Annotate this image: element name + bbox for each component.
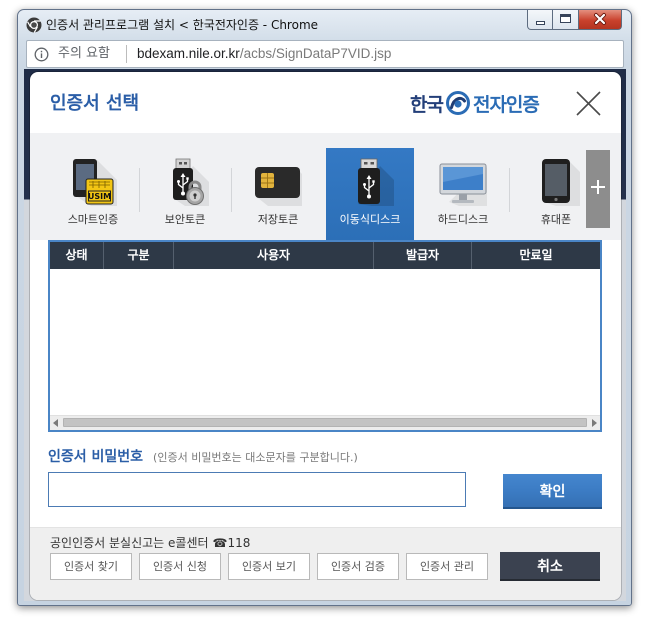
view-certificate-button[interactable]: 인증서 보기	[228, 553, 310, 580]
column-header-user[interactable]: 사용자	[174, 242, 374, 269]
logo-emblem-icon	[445, 89, 471, 117]
apply-certificate-button[interactable]: 인증서 신청	[139, 553, 221, 580]
find-certificate-button[interactable]: 인증서 찾기	[50, 553, 132, 580]
minimize-icon	[536, 21, 545, 25]
usim-card-text: USIM	[88, 192, 111, 201]
url-host: bdexam.nile.or.kr	[137, 46, 240, 61]
url-path: /acbs/SignDataP7VID.jsp	[239, 46, 392, 61]
media-tab-label: 스마트인증	[67, 213, 119, 226]
phone-icon	[209, 536, 228, 550]
media-tab-removable-disk[interactable]: 이동식디스크	[326, 148, 414, 240]
media-separator	[509, 168, 510, 212]
media-tab-hard-disk[interactable]: 하드디스크	[419, 148, 507, 240]
close-icon[interactable]	[575, 90, 602, 117]
column-header-type[interactable]: 구분	[104, 242, 174, 269]
info-icon[interactable]	[34, 47, 49, 62]
scroll-left-arrow-icon[interactable]	[53, 419, 58, 427]
password-input[interactable]	[48, 472, 466, 507]
notice-text: 공인인증서 분실신고는 e콜센터	[50, 536, 209, 550]
lost-report-notice: 공인인증서 분실신고는 e콜센터 118	[50, 536, 250, 550]
certificate-table: 상태 구분 사용자 발급자 만료일	[48, 240, 602, 432]
secure-token-icon	[161, 158, 209, 206]
media-tab-label: 이동식디스크	[339, 213, 401, 226]
hard-disk-icon	[439, 158, 487, 206]
media-separator	[231, 168, 232, 212]
media-tab-secure-token[interactable]: 보안토큰	[141, 148, 229, 240]
maximize-button[interactable]	[553, 10, 579, 30]
password-label-row: 인증서 비밀번호 (인증서 비밀번호는 대소문자를 구분합니다.)	[48, 448, 358, 466]
dialog-title: 인증서 선택	[50, 93, 140, 114]
scrollbar-thumb[interactable]	[63, 418, 587, 427]
logo-text-right: 전자인증	[472, 93, 540, 116]
media-separator	[139, 168, 140, 212]
mobile-phone-icon	[532, 158, 580, 206]
media-tab-label: 보안토큰	[164, 213, 206, 226]
plus-icon	[591, 180, 605, 194]
verify-certificate-button[interactable]: 인증서 검증	[317, 553, 399, 580]
password-label: 인증서 비밀번호	[48, 449, 144, 465]
password-hint: (인증서 비밀번호는 대소문자를 구분합니다.)	[153, 451, 358, 464]
url-text[interactable]: bdexam.nile.or.kr/acbs/SignDataP7VID.jsp	[137, 46, 391, 62]
maximize-icon	[560, 14, 571, 23]
logo-text-left: 한국	[410, 93, 444, 116]
usb-drive-icon	[346, 158, 394, 206]
confirm-button[interactable]: 확인	[503, 474, 602, 509]
horizontal-scrollbar[interactable]	[50, 415, 600, 430]
chrome-icon	[26, 17, 42, 33]
column-header-issuer[interactable]: 발급자	[374, 242, 472, 269]
certificate-select-dialog: 인증서 선택 한국 전자인증 USIM 스마트인증 보안토큰 저장토큰 이동식디…	[30, 72, 621, 600]
media-tab-label: 하드디스크	[437, 213, 489, 226]
media-tab-smart-cert[interactable]: USIM 스마트인증	[49, 148, 137, 240]
security-status-label[interactable]: 주의 요함	[58, 46, 110, 62]
smart-usim-icon: USIM	[69, 158, 117, 206]
column-header-expiry[interactable]: 만료일	[472, 242, 600, 269]
manage-certificate-button[interactable]: 인증서 관리	[406, 553, 488, 580]
minimize-button[interactable]	[527, 10, 553, 30]
address-bar[interactable]: 주의 요함 bdexam.nile.or.kr/acbs/SignDataP7V…	[26, 40, 624, 68]
certificate-list-body[interactable]	[50, 269, 600, 415]
close-icon	[579, 10, 621, 29]
more-media-button[interactable]	[586, 150, 610, 228]
window-title: 인증서 관리프로그램 설치 < 한국전자인증 - Chrome	[46, 18, 319, 32]
address-separator	[126, 45, 127, 63]
table-header: 상태 구분 사용자 발급자 만료일	[50, 242, 600, 269]
column-header-status[interactable]: 상태	[50, 242, 104, 269]
media-tab-storage-token[interactable]: 저장토큰	[234, 148, 322, 240]
cancel-button[interactable]: 취소	[500, 552, 600, 581]
company-logo: 한국 전자인증	[410, 86, 540, 120]
window-close-button[interactable]	[579, 10, 622, 30]
notice-phone-number: 118	[227, 536, 251, 550]
media-tab-label: 저장토큰	[257, 213, 299, 226]
dialog-footer: 공인인증서 분실신고는 e콜센터 118 인증서 찾기 인증서 신청 인증서 보기…	[30, 527, 621, 600]
storage-token-icon	[254, 158, 302, 206]
scroll-right-arrow-icon[interactable]	[592, 419, 597, 427]
